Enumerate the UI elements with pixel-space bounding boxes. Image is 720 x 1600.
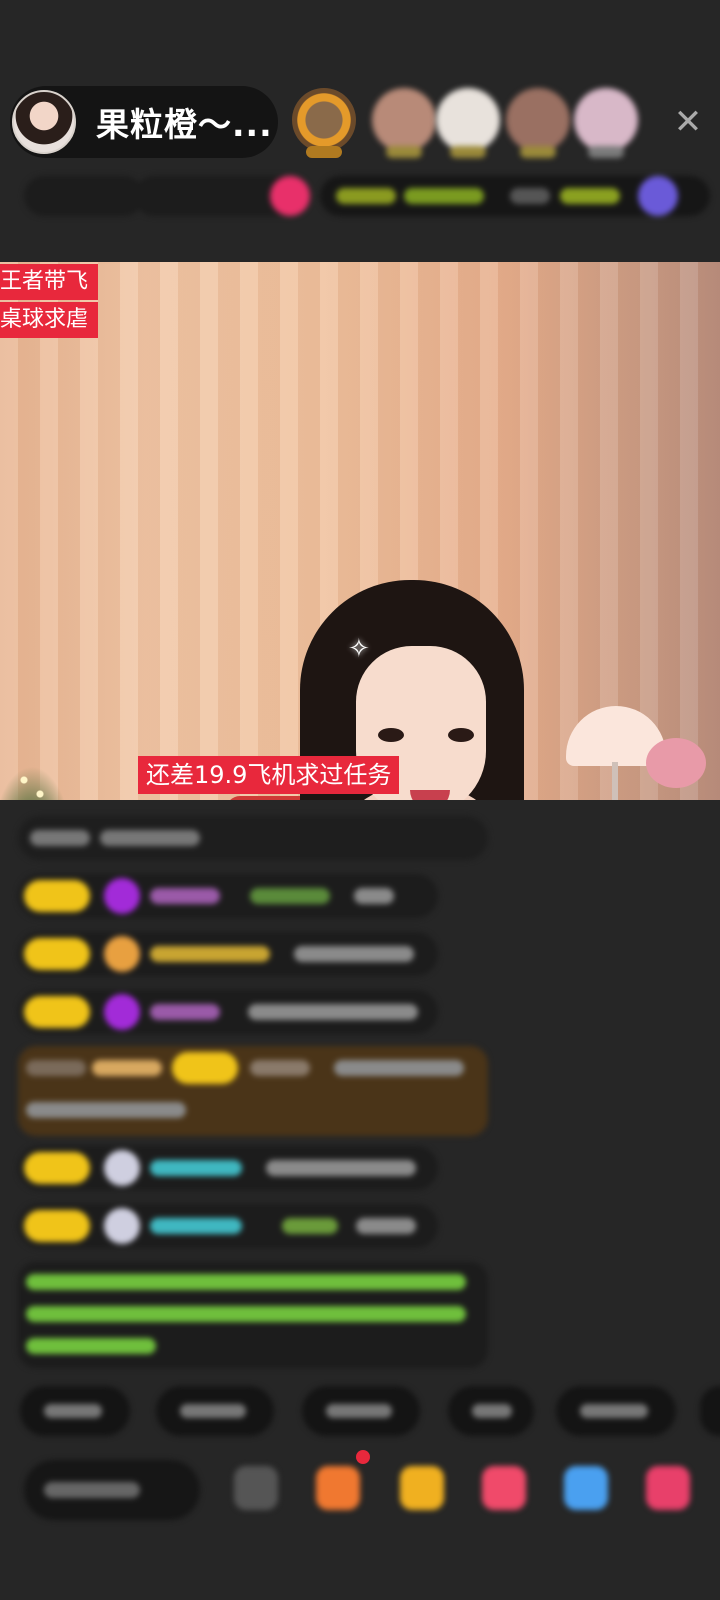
sparkle-effect: ✧ [348, 634, 370, 664]
host-avatar[interactable] [12, 90, 76, 154]
chest-icon[interactable] [400, 1466, 444, 1510]
mouth [410, 790, 450, 800]
user-avatar [104, 1150, 140, 1186]
task-text [510, 188, 550, 204]
chat-message[interactable] [18, 932, 438, 976]
quick-reply-chip[interactable] [448, 1386, 534, 1436]
heart-box-icon[interactable] [482, 1466, 526, 1510]
viewer-avatar[interactable] [506, 88, 570, 158]
gift-icon[interactable] [646, 1466, 690, 1510]
chat-message[interactable] [18, 1204, 438, 1248]
level-badge [24, 1210, 90, 1242]
quick-reply-chip[interactable] [156, 1386, 274, 1436]
quick-reply-chip[interactable] [556, 1386, 676, 1436]
notification-dot [356, 1450, 370, 1464]
stream-info-row[interactable] [24, 176, 710, 216]
task-text [336, 188, 396, 204]
level-badge [24, 938, 90, 970]
level-badge [24, 880, 90, 912]
chat-message[interactable] [18, 1146, 438, 1190]
host-name: 果粒橙～... [96, 105, 273, 144]
vip-icon [104, 994, 140, 1030]
viewer-avatar[interactable] [436, 88, 500, 158]
chat-message[interactable] [18, 990, 438, 1034]
comment-input[interactable] [24, 1460, 200, 1520]
flowers [646, 738, 706, 788]
host-info-pill[interactable]: 果粒橙～... [10, 86, 278, 158]
viewer-avatar[interactable] [372, 88, 436, 158]
game-icon[interactable] [638, 176, 678, 216]
quick-reply-chip[interactable] [302, 1386, 420, 1436]
chat-message[interactable] [18, 816, 488, 860]
task-subtitle: 还差19.9飞机求过任务 [138, 756, 400, 794]
video-tag: 王者带飞 [0, 264, 99, 300]
quick-reply-chip[interactable] [700, 1386, 720, 1436]
viewer-avatar[interactable] [574, 88, 638, 158]
live-video[interactable]: ✧ [0, 262, 720, 800]
quick-reply-chip[interactable] [20, 1386, 130, 1436]
viewer-avatar[interactable] [292, 88, 356, 158]
system-notice [18, 1262, 488, 1368]
red-packet-icon[interactable] [316, 1466, 360, 1510]
chat-highlight-message[interactable] [18, 1046, 488, 1136]
task-text [404, 188, 484, 204]
level-badge [24, 996, 90, 1028]
eye-right [448, 728, 474, 742]
level-badge [172, 1052, 238, 1084]
emoji-icon[interactable] [234, 1466, 278, 1510]
video-tag: 桌球求虐 [0, 302, 99, 338]
close-icon[interactable]: ✕ [670, 104, 706, 140]
controller-icon[interactable] [564, 1466, 608, 1510]
eye-left [378, 728, 404, 742]
gift-icon[interactable] [270, 176, 310, 216]
task-text [560, 188, 620, 204]
level-badge [24, 1152, 90, 1184]
lamp-stand [612, 762, 618, 800]
level-chip[interactable] [24, 176, 144, 216]
chat-message[interactable] [18, 874, 438, 918]
user-avatar [104, 936, 140, 972]
vip-icon [104, 878, 140, 914]
fairy-lights [0, 752, 80, 800]
user-avatar [104, 1208, 140, 1244]
